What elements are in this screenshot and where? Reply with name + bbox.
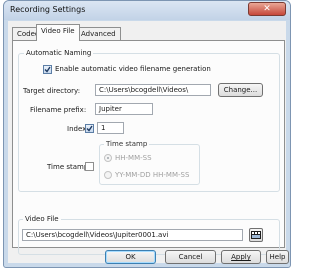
tab-panel-video-file: Automatic Naming Enable automatic video … <box>12 40 285 255</box>
automatic-naming-group: Automatic Naming Enable automatic video … <box>18 49 280 192</box>
window-title: Recording Settings <box>10 5 86 14</box>
checkmark-icon <box>44 66 51 73</box>
title-bar[interactable]: Recording Settings ✕ <box>4 1 290 20</box>
tab-advanced[interactable]: Advanced <box>76 27 121 40</box>
close-button[interactable]: ✕ <box>248 2 286 16</box>
change-directory-button[interactable]: Change... <box>218 83 263 97</box>
time-format-hms-radio[interactable] <box>104 154 112 162</box>
video-file-title: Video File <box>23 215 61 224</box>
target-directory-label: Target directory: <box>23 87 81 95</box>
checkmark-icon <box>86 125 93 132</box>
tab-video-file[interactable]: Video File <box>36 24 80 41</box>
time-format-ymd-hms-label: YY-MM-DD HH-MM-SS <box>115 171 190 179</box>
automatic-naming-title: Automatic Naming <box>24 49 94 58</box>
index-field[interactable]: 1 <box>97 122 124 134</box>
index-label: Index <box>67 125 87 133</box>
dialog-body: Codec Video File Advanced Automatic Nami… <box>8 21 289 264</box>
ok-button[interactable]: OK <box>105 250 156 264</box>
apply-button[interactable]: Apply <box>221 250 261 264</box>
time-stamp-format-group: Time stamp HH-MM-SS YY-MM-DD HH-MM-SS <box>99 140 200 185</box>
time-stamp-label: Time stamp <box>47 163 89 171</box>
filename-prefix-field[interactable]: Jupiter <box>95 103 153 115</box>
time-format-hms-label: HH-MM-SS <box>115 154 152 162</box>
recording-settings-window: Recording Settings ✕ Codec Video File Ad… <box>3 0 291 268</box>
time-stamp-format-title: Time stamp <box>104 140 150 149</box>
folder-browse-icon <box>251 231 261 239</box>
cancel-button[interactable]: Cancel <box>165 250 216 264</box>
target-directory-field[interactable]: C:\Users\bcogdell\Videos\ <box>95 84 211 96</box>
close-icon: ✕ <box>263 4 271 14</box>
browse-video-file-button[interactable] <box>249 228 263 242</box>
time-format-ymd-hms-radio[interactable] <box>104 171 112 179</box>
help-button[interactable]: Help <box>266 250 289 264</box>
time-stamp-checkbox[interactable] <box>85 162 94 171</box>
index-checkbox[interactable] <box>85 124 94 133</box>
enable-auto-naming-label: Enable automatic video filename generati… <box>55 65 211 73</box>
filename-prefix-label: Filename prefix: <box>30 106 87 114</box>
video-file-path-field[interactable]: C:\Users\bcogdell\Videos\Jupiter0001.avi <box>22 229 243 241</box>
enable-auto-naming-checkbox[interactable] <box>43 65 52 74</box>
